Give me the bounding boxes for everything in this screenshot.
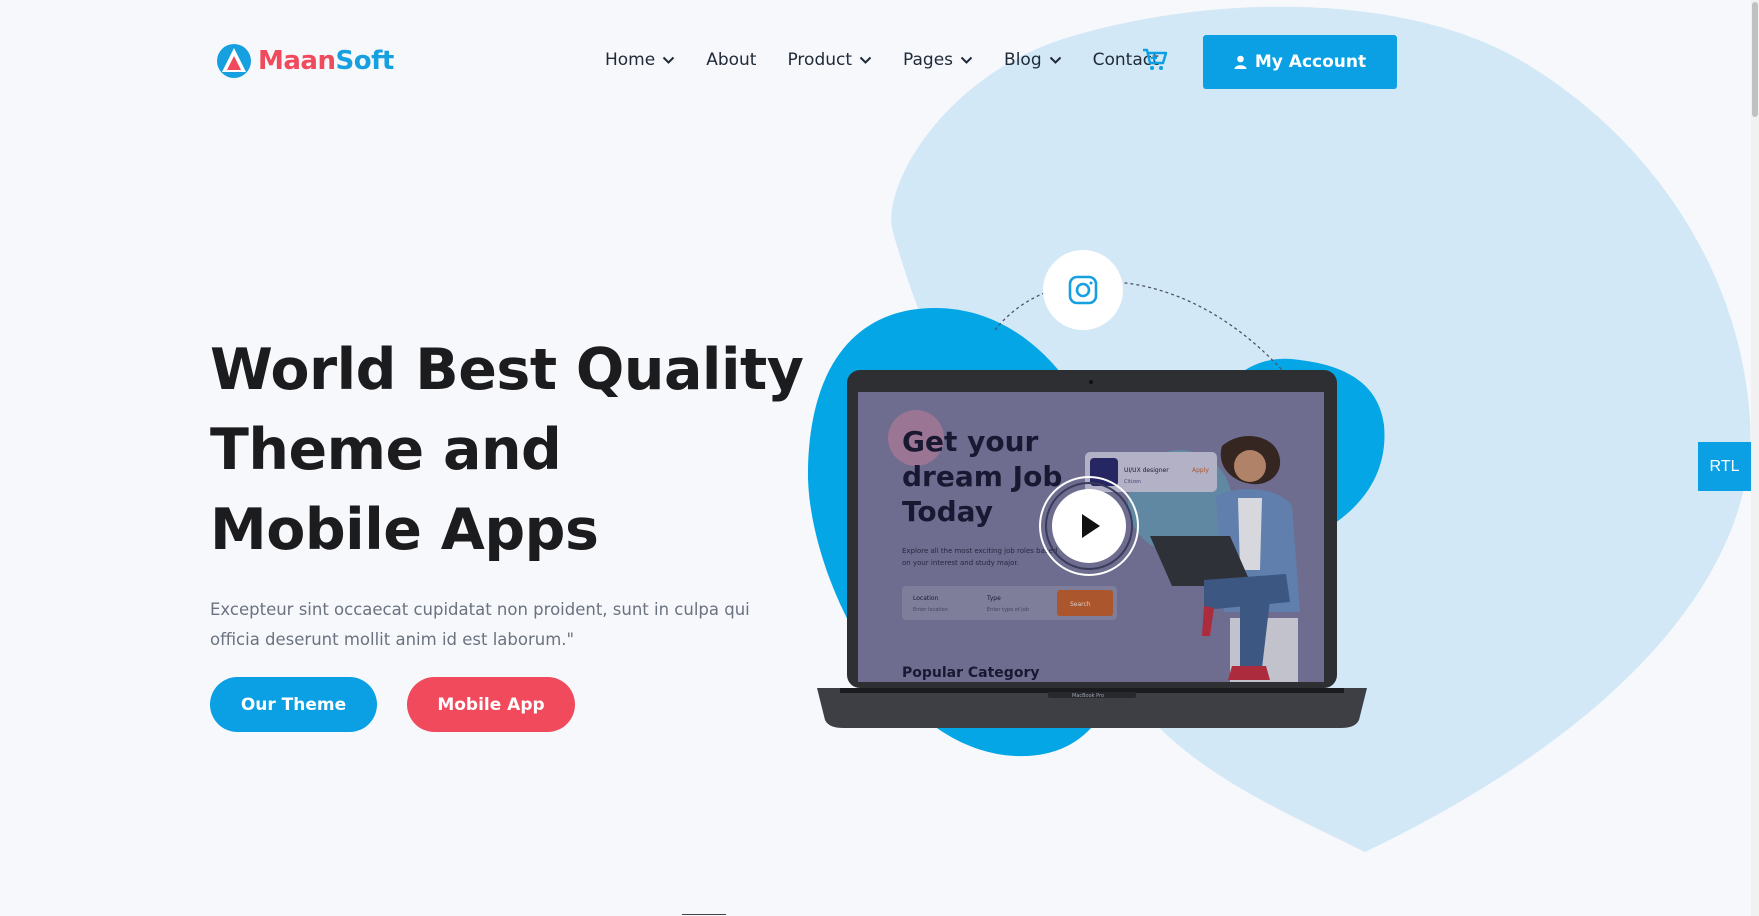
play-button[interactable] (1039, 476, 1139, 576)
brand-name-part1: Maan (258, 46, 336, 76)
brand-logo[interactable]: MaanSoft (216, 42, 394, 80)
nav-item-product[interactable]: Product (787, 50, 872, 70)
page-scrollbar-track[interactable] (1751, 0, 1759, 916)
hero-title-line: Mobile Apps (210, 497, 599, 563)
hero-description: Excepteur sint occaecat cupidatat non pr… (210, 600, 750, 649)
chevron-down-icon (662, 56, 675, 64)
site-header: MaanSoft Home About Product Pages Blog C… (0, 0, 1759, 125)
main-nav: Home About Product Pages Blog Contact (605, 50, 1190, 70)
my-account-button[interactable]: My Account (1203, 35, 1397, 89)
hero-title-line: World Best Quality (210, 337, 804, 403)
hero-title: World Best Quality Theme and Mobile Apps (210, 330, 810, 570)
cart-icon[interactable] (1142, 48, 1168, 72)
nav-item-blog[interactable]: Blog (1004, 50, 1062, 70)
chevron-down-icon (960, 56, 973, 64)
nav-item-pages[interactable]: Pages (903, 50, 973, 70)
nav-item-label: Product (787, 50, 853, 70)
my-account-label: My Account (1254, 52, 1367, 72)
user-icon (1234, 55, 1247, 69)
logo-icon (217, 44, 251, 78)
laptop-camera (1089, 380, 1093, 384)
nav-item-label: About (706, 50, 757, 70)
nav-item-home[interactable]: Home (605, 50, 675, 70)
nav-item-label: Pages (903, 50, 954, 70)
rtl-toggle-button[interactable]: RTL (1698, 442, 1751, 491)
nav-item-label: Blog (1004, 50, 1042, 70)
chevron-down-icon (859, 56, 872, 64)
hero-illustration: Get your dream Job Today Explore all the… (807, 250, 1385, 757)
page-scrollbar-thumb[interactable] (1752, 2, 1758, 117)
our-theme-button[interactable]: Our Theme (210, 677, 377, 732)
nav-item-about[interactable]: About (706, 50, 756, 70)
brand-name: MaanSoft (258, 46, 394, 76)
mobile-app-button[interactable]: Mobile App (407, 677, 575, 732)
instagram-bubble (1043, 250, 1123, 330)
screen-laptop-model: MacBook Pro (1072, 693, 1104, 699)
hero-title-line: Theme and (210, 417, 562, 483)
chevron-down-icon (1049, 56, 1061, 64)
nav-item-label: Home (605, 50, 656, 70)
brand-name-part2: Soft (335, 46, 394, 76)
